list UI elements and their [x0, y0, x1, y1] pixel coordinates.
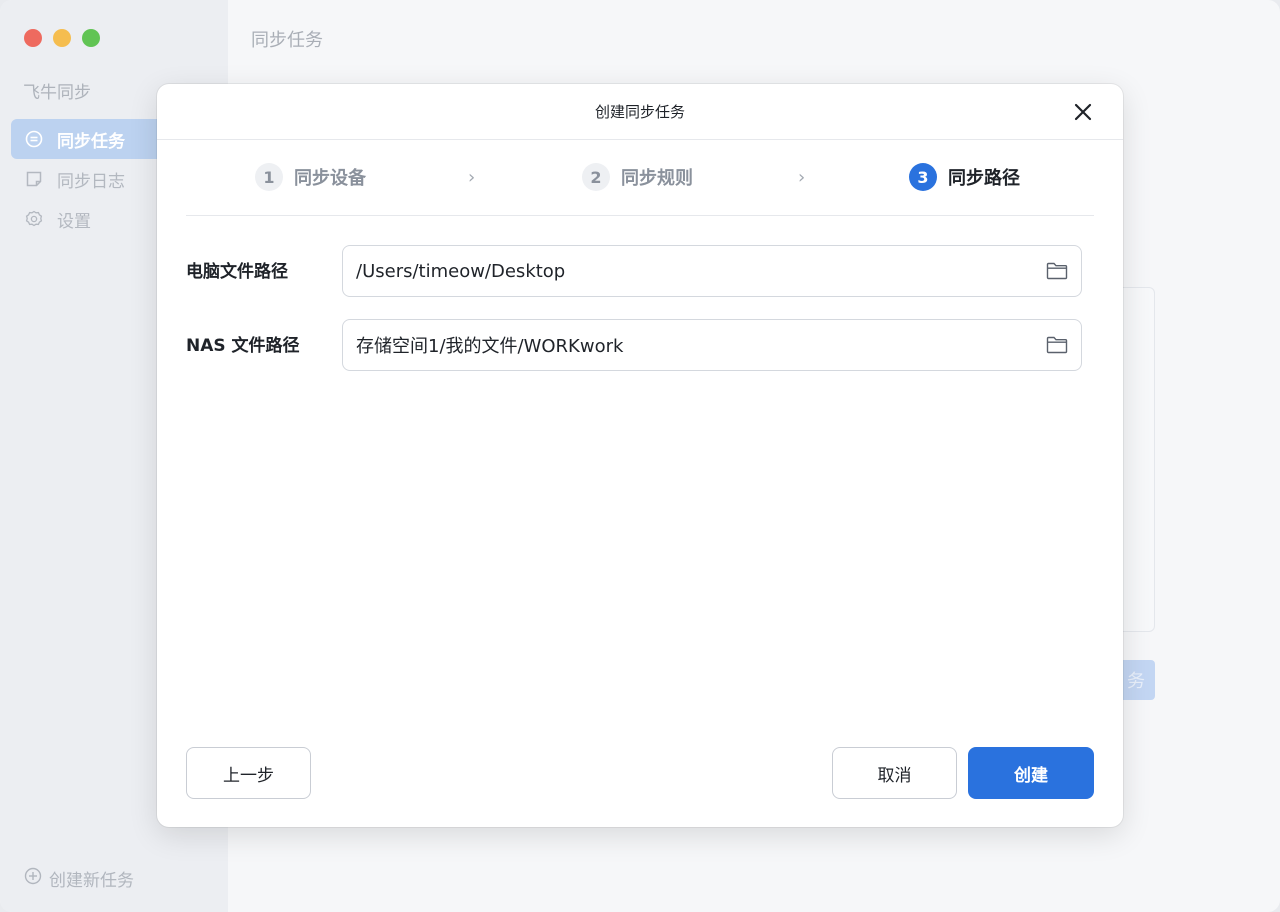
computer-path-input[interactable]: /Users/timeow/Desktop — [342, 245, 1082, 297]
computer-path-row: 电脑文件路径 /Users/timeow/Desktop — [186, 245, 1082, 297]
sidebar-item-label: 同步日志 — [57, 171, 125, 192]
folder-icon[interactable] — [1046, 261, 1068, 281]
computer-path-label: 电脑文件路径 — [186, 262, 288, 282]
log-icon — [24, 169, 44, 189]
close-icon — [1074, 103, 1092, 121]
computer-path-value: /Users/timeow/Desktop — [356, 260, 566, 282]
cancel-button[interactable]: 取消 — [832, 747, 957, 799]
dialog-header: 创建同步任务 — [157, 84, 1123, 140]
window-controls — [24, 29, 100, 47]
folder-icon[interactable] — [1046, 335, 1068, 355]
chevron-right-icon: › — [798, 167, 806, 188]
create-button[interactable]: 创建 — [968, 747, 1094, 799]
minimize-window-button[interactable] — [53, 29, 71, 47]
sidebar-item-label: 设置 — [57, 211, 91, 232]
nas-path-label: NAS 文件路径 — [186, 336, 300, 356]
step-number: 2 — [582, 163, 610, 191]
close-window-button[interactable] — [24, 29, 42, 47]
new-task-button[interactable]: 创建新任务 — [24, 866, 134, 891]
step-rules: 2 同步规则 — [582, 163, 693, 191]
sync-icon — [24, 129, 44, 149]
nas-path-value: 存储空间1/我的文件/WORKwork — [356, 336, 624, 357]
step-label: 同步路径 — [948, 168, 1020, 189]
step-paths: 3 同步路径 — [909, 163, 1020, 191]
create-sync-task-dialog: 创建同步任务 1 同步设备 › 2 同步规则 › 3 同步路径 电脑文件路径 /… — [157, 84, 1123, 827]
chevron-right-icon: › — [468, 167, 476, 188]
dialog-title: 创建同步任务 — [594, 103, 685, 121]
step-label: 同步规则 — [621, 168, 693, 189]
nas-path-row: NAS 文件路径 存储空间1/我的文件/WORKwork — [186, 319, 1082, 371]
step-label: 同步设备 — [294, 168, 366, 189]
nas-path-input[interactable]: 存储空间1/我的文件/WORKwork — [342, 319, 1082, 371]
plus-circle-icon — [24, 867, 42, 890]
step-number: 3 — [909, 163, 937, 191]
page-title: 同步任务 — [251, 30, 323, 51]
gear-icon — [24, 209, 44, 229]
maximize-window-button[interactable] — [82, 29, 100, 47]
step-indicator: 1 同步设备 › 2 同步规则 › 3 同步路径 — [186, 141, 1094, 216]
previous-step-button[interactable]: 上一步 — [186, 747, 311, 799]
sidebar-item-label: 同步任务 — [57, 131, 125, 152]
new-task-label: 创建新任务 — [49, 871, 134, 891]
close-dialog-button[interactable] — [1071, 100, 1095, 124]
step-number: 1 — [255, 163, 283, 191]
background-create-button-label: 务 — [1127, 671, 1145, 692]
app-name: 飞牛同步 — [23, 83, 91, 103]
step-devices: 1 同步设备 — [255, 163, 366, 191]
